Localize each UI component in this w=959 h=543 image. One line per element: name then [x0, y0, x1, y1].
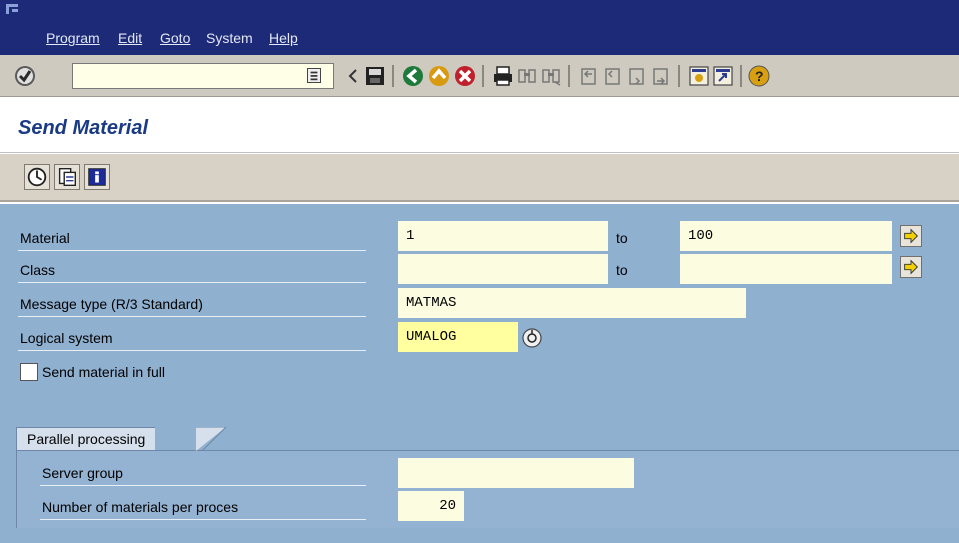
find-next-icon[interactable]: [540, 65, 562, 87]
message-type-input[interactable]: [398, 288, 746, 318]
find-icon[interactable]: [516, 65, 538, 87]
arrow-right-icon[interactable]: [900, 225, 922, 247]
class-to-label: to: [616, 262, 628, 278]
collapse-icon[interactable]: [346, 65, 360, 87]
svg-text:?: ?: [755, 68, 764, 84]
num-materials-input[interactable]: [398, 491, 464, 521]
label-underline: [40, 519, 366, 520]
execute-icon[interactable]: [24, 164, 50, 190]
logical-system-input[interactable]: [398, 322, 518, 352]
standard-toolbar: ?: [0, 55, 959, 97]
toolbar-separator: [740, 65, 742, 87]
toolbar-separator: [568, 65, 570, 87]
server-group-label: Server group: [42, 465, 123, 481]
command-field[interactable]: [72, 63, 334, 89]
info-icon[interactable]: [84, 164, 110, 190]
menu-edit[interactable]: Edit: [118, 30, 142, 46]
menu-program[interactable]: Program: [46, 30, 100, 46]
label-underline: [40, 485, 366, 486]
label-underline: [18, 282, 366, 283]
help-icon[interactable]: ?: [748, 65, 770, 87]
back-icon[interactable]: [402, 65, 424, 87]
toolbar-separator: [392, 65, 394, 87]
class-to-input[interactable]: [680, 254, 892, 284]
num-materials-label: Number of materials per proces: [42, 499, 239, 515]
sap-system-icon[interactable]: [6, 4, 20, 16]
label-underline: [18, 316, 366, 317]
previous-page-icon[interactable]: [602, 65, 624, 87]
group-tab-corner: [196, 427, 226, 451]
next-page-icon[interactable]: [626, 65, 648, 87]
message-type-label: Message type (R/3 Standard): [20, 296, 203, 312]
value-help-icon[interactable]: [522, 328, 542, 348]
toolbar-separator: [482, 65, 484, 87]
first-page-icon[interactable]: [578, 65, 600, 87]
title-bar: Send Material: [0, 97, 959, 153]
material-to-label: to: [616, 230, 628, 246]
menu-system[interactable]: System: [206, 30, 253, 46]
application-toolbar: [0, 154, 959, 202]
label-underline: [18, 350, 366, 351]
material-from-input[interactable]: [398, 221, 608, 251]
print-icon[interactable]: [492, 65, 514, 87]
exit-icon[interactable]: [428, 65, 450, 87]
shortcut-icon[interactable]: [712, 65, 734, 87]
class-from-input[interactable]: [398, 254, 608, 284]
send-full-label: Send material in full: [42, 364, 165, 380]
material-label: Material: [20, 230, 70, 246]
toolbar-separator: [678, 65, 680, 87]
material-to-input[interactable]: [680, 221, 892, 251]
page-title: Send Material: [18, 117, 149, 139]
cancel-icon[interactable]: [454, 65, 476, 87]
server-group-input[interactable]: [398, 458, 634, 488]
last-page-icon[interactable]: [650, 65, 672, 87]
parallel-processing-title: Parallel processing: [16, 427, 156, 451]
logical-system-label: Logical system: [20, 330, 113, 346]
get-variant-icon[interactable]: [54, 164, 80, 190]
command-history-icon[interactable]: [307, 68, 321, 83]
arrow-right-icon[interactable]: [900, 256, 922, 278]
label-underline: [18, 250, 366, 251]
menu-bar: Program Edit Goto System Help: [0, 0, 959, 55]
menu-goto[interactable]: Goto: [160, 30, 190, 46]
new-session-icon[interactable]: [688, 65, 710, 87]
class-label: Class: [20, 262, 56, 278]
check-icon[interactable]: [14, 65, 36, 87]
save-icon[interactable]: [364, 65, 386, 87]
send-full-checkbox[interactable]: [20, 363, 38, 381]
menu-help[interactable]: Help: [269, 30, 298, 46]
